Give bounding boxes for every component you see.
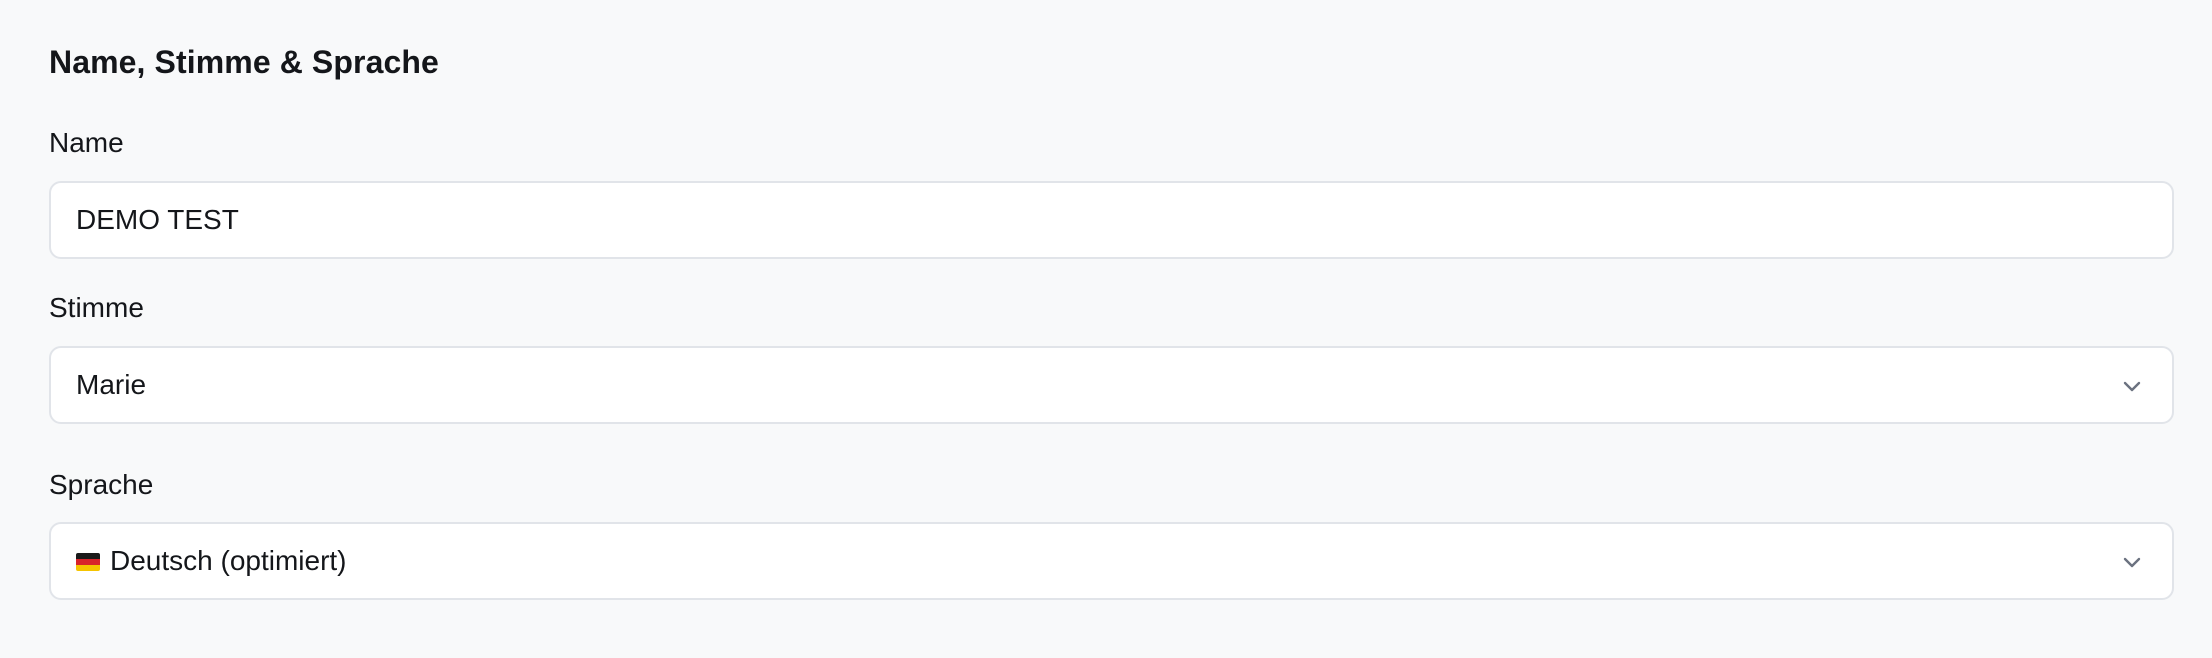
section-title: Name, Stimme & Sprache bbox=[49, 44, 439, 80]
settings-panel: Name, Stimme & Sprache Name DEMO TEST St… bbox=[0, 0, 2212, 658]
voice-select-value: Marie bbox=[76, 369, 147, 400]
voice-select[interactable]: Marie bbox=[49, 346, 2174, 424]
flag-de-icon bbox=[76, 553, 100, 571]
name-input-value: DEMO TEST bbox=[76, 204, 239, 235]
voice-label: Stimme bbox=[49, 292, 144, 323]
chevron-down-icon bbox=[2123, 557, 2141, 568]
language-select-value: Deutsch (optimiert) bbox=[110, 545, 347, 576]
name-input[interactable]: DEMO TEST bbox=[49, 181, 2174, 259]
chevron-down-icon bbox=[2123, 381, 2141, 392]
language-select[interactable]: Deutsch (optimiert) bbox=[49, 522, 2174, 600]
name-label: Name bbox=[49, 127, 124, 158]
language-select-value-wrap: Deutsch (optimiert) bbox=[76, 524, 347, 598]
language-label: Sprache bbox=[49, 469, 154, 500]
